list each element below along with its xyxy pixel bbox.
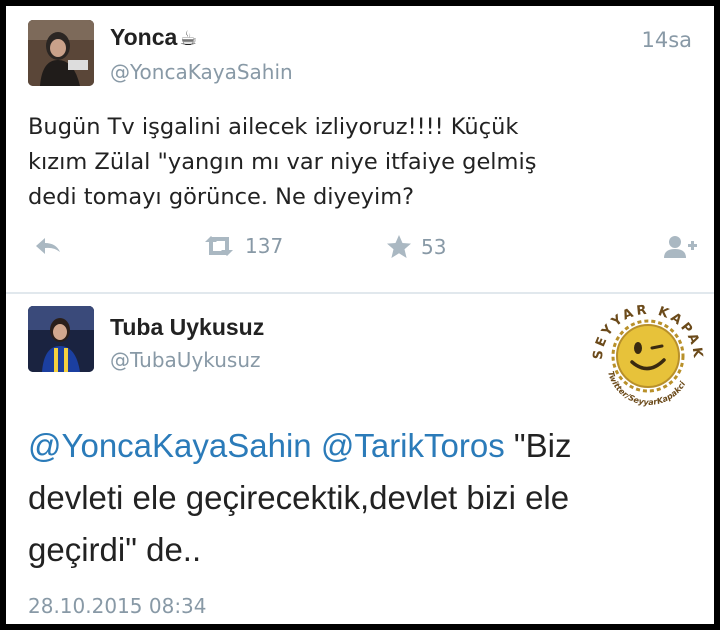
retweet-count: 137 <box>245 234 284 258</box>
like-button[interactable]: 53 <box>386 234 446 260</box>
retweet-button[interactable]: 137 <box>202 234 283 258</box>
reply-button[interactable] <box>34 234 64 258</box>
tweet-card: Tuba Uykusuz @TubaUykusuz SEYYAR KAPAKÇI… <box>6 283 714 624</box>
display-name-text[interactable]: Yonca <box>110 24 177 50</box>
follow-button[interactable] <box>664 234 698 260</box>
tweet-actions: 137 53 <box>6 228 714 268</box>
avatar[interactable] <box>28 20 94 86</box>
tweet-line: Bugün Tv işgalini ailecek izliyoruz!!!! … <box>28 114 519 140</box>
tweet-card: Yonca ☕ @YoncaKayaSahin 14sa Bugün Tv işg… <box>6 6 714 292</box>
user-handle[interactable]: @YoncaKayaSahin <box>110 60 293 84</box>
mention-link[interactable]: @YoncaKayaSahin <box>28 427 312 464</box>
tweet-line: geçirdi" de.. <box>28 531 202 568</box>
watermark-logo: SEYYAR KAPAKÇI Twitter/SeyyarKapakci <box>578 283 712 412</box>
tweet-line: @YoncaKayaSahin @TarikToros "Biz <box>28 420 708 472</box>
star-icon <box>387 235 411 258</box>
timestamp[interactable]: 14sa <box>641 28 692 52</box>
tweet-text: @YoncaKayaSahin @TarikToros "Biz devleti… <box>28 420 708 576</box>
display-name[interactable]: Yonca ☕ <box>110 24 197 51</box>
retweet-icon <box>205 236 233 256</box>
display-name[interactable]: Tuba Uykusuz <box>110 314 264 341</box>
coffee-icon: ☕ <box>179 26 198 50</box>
tweet-line: dedi tomayı görünce. Ne diyeyim? <box>28 184 415 210</box>
reply-icon <box>36 238 60 254</box>
tweet-date[interactable]: 28.10.2015 08:34 <box>28 594 207 618</box>
avatar[interactable] <box>28 306 94 372</box>
tweet-text-fragment: "Biz <box>513 427 572 464</box>
user-handle[interactable]: @TubaUykusuz <box>110 348 261 372</box>
screenshot-frame: Yonca ☕ @YoncaKayaSahin 14sa Bugün Tv işg… <box>6 6 714 624</box>
mention-link[interactable]: @TarikToros <box>321 427 505 464</box>
like-count: 53 <box>421 235 447 259</box>
tweet-line: devleti ele geçirecektik,devlet bizi ele <box>28 479 570 516</box>
tweet-text: Bugün Tv işgalini ailecek izliyoruz!!!! … <box>28 110 698 215</box>
follow-user-icon <box>664 236 697 258</box>
tweet-line: kızım Zülal "yangın mı var niye itfaiye … <box>28 149 537 175</box>
